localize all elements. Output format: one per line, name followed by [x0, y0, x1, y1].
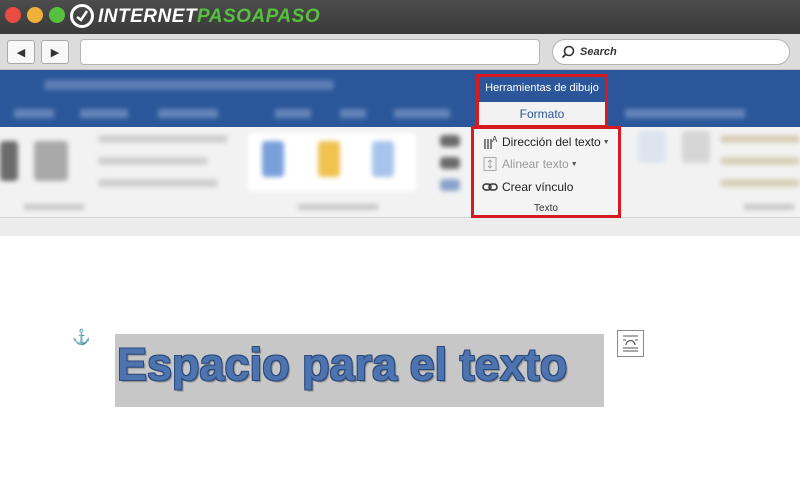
search-icon	[561, 45, 575, 64]
text-fill-button[interactable]	[440, 135, 460, 147]
group-label-placeholder	[24, 204, 84, 210]
text-group-label: Texto	[534, 203, 558, 214]
site-logo-icon	[70, 4, 94, 28]
tab-placeholder[interactable]	[275, 109, 311, 118]
anchor-icon[interactable]: ⚓	[72, 328, 91, 346]
forward-button[interactable]: ▶	[41, 40, 69, 64]
shape-style-preset[interactable]	[34, 141, 68, 181]
shape-outline-option[interactable]	[98, 157, 208, 165]
shape-effects-option[interactable]	[98, 179, 218, 187]
wordart-style-light[interactable]	[372, 141, 394, 177]
create-link-label: Crear vínculo	[502, 180, 574, 194]
back-arrow-icon: ◀	[16, 46, 26, 59]
address-bar[interactable]	[80, 39, 540, 65]
group-label-placeholder	[298, 204, 378, 210]
arrange-option[interactable]	[720, 135, 800, 143]
shape-style-preset[interactable]	[0, 141, 18, 181]
textbox-content[interactable]: Espacio para el texto	[115, 339, 604, 391]
wrap-text-button[interactable]	[682, 131, 710, 163]
maximize-window-button[interactable]	[49, 7, 65, 23]
svg-text:A: A	[492, 135, 498, 144]
align-text-icon	[482, 156, 498, 172]
search-label: Search	[580, 46, 617, 58]
text-outline-button[interactable]	[440, 157, 460, 169]
search-field[interactable]: Search	[552, 39, 790, 65]
group-label-placeholder	[744, 204, 794, 210]
position-button[interactable]	[638, 131, 666, 163]
minimize-window-button[interactable]	[27, 7, 43, 23]
tab-placeholder[interactable]	[80, 109, 128, 118]
text-direction-icon: A	[482, 134, 498, 150]
forward-arrow-icon: ▶	[50, 46, 60, 59]
site-logo-text: INTERNETPASOAPASO	[98, 6, 320, 28]
wordart-style-blue[interactable]	[262, 141, 284, 177]
arrange-option[interactable]	[720, 157, 800, 165]
dropdown-caret-icon: ▼	[602, 138, 610, 146]
tab-placeholder[interactable]	[158, 109, 218, 118]
wordart-style-gold[interactable]	[318, 141, 340, 177]
link-icon	[482, 179, 498, 195]
tab-placeholder[interactable]	[394, 109, 450, 118]
text-effects-button[interactable]	[440, 179, 460, 191]
text-direction-label: Dirección del texto	[502, 135, 601, 149]
browser-titlebar: INTERNETPASOAPASO	[0, 0, 800, 34]
text-group-highlight: A Dirección del texto ▼ Alinear texto ▼ …	[471, 126, 621, 218]
ribbon-tabs	[0, 102, 800, 127]
back-button[interactable]: ◀	[7, 40, 35, 64]
drawing-tools-title: Herramientas de dibujo	[479, 77, 605, 102]
create-link-button[interactable]: Crear vínculo	[482, 178, 573, 196]
tab-placeholder[interactable]	[340, 109, 366, 118]
tell-me-placeholder[interactable]	[625, 109, 745, 118]
text-direction-button[interactable]: A Dirección del texto ▼	[482, 133, 610, 151]
tab-formato[interactable]: Formato	[479, 102, 605, 125]
arrange-option[interactable]	[720, 179, 800, 187]
shape-fill-option[interactable]	[98, 135, 228, 143]
ribbon-body	[0, 127, 800, 218]
align-text-label: Alinear texto	[502, 157, 569, 171]
dropdown-caret-icon: ▼	[570, 160, 578, 168]
ruler-area	[0, 218, 800, 236]
logo-text-part1: INTERNET	[98, 6, 197, 27]
tab-placeholder[interactable]	[14, 109, 54, 118]
text-box[interactable]: Espacio para el texto	[115, 334, 604, 407]
align-text-button[interactable]: Alinear texto ▼	[482, 155, 578, 173]
close-window-button[interactable]	[5, 7, 21, 23]
logo-text-part2: PASOAPASO	[197, 6, 321, 27]
word-titlebar	[0, 70, 800, 102]
document-name-placeholder	[44, 80, 334, 90]
layout-options-icon[interactable]	[617, 330, 644, 357]
browser-navbar: ◀ ▶ Search	[0, 34, 800, 70]
drawing-tools-highlight: Herramientas de dibujo Formato	[476, 74, 608, 128]
